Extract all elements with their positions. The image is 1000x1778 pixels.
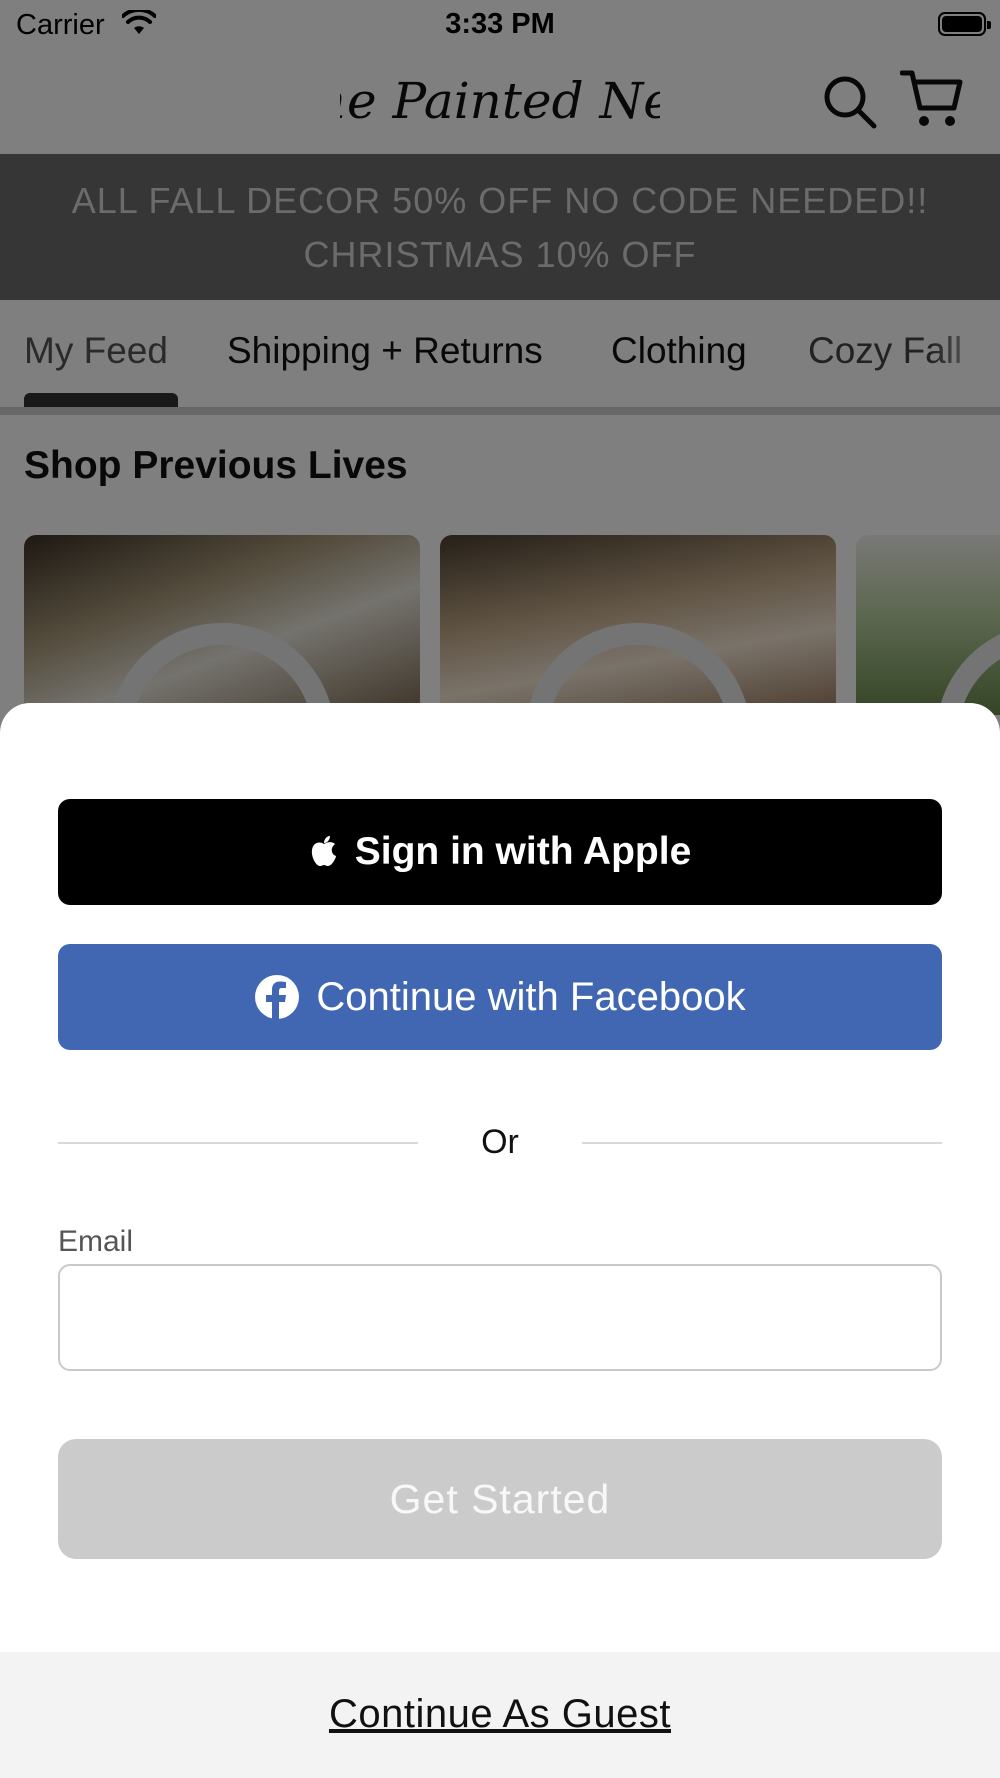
divider-line — [582, 1142, 942, 1144]
get-started-label: Get Started — [389, 1475, 611, 1522]
apple-icon — [309, 835, 339, 869]
apple-button-label: Sign in with Apple — [354, 830, 692, 873]
guest-bar: Continue As Guest — [0, 1652, 1000, 1778]
email-label: Email — [58, 1225, 134, 1258]
email-input[interactable] — [58, 1264, 942, 1371]
facebook-button-label: Continue with Facebook — [316, 974, 746, 1019]
continue-with-facebook-button[interactable]: Continue with Facebook — [58, 944, 942, 1050]
or-divider: Or — [58, 1117, 942, 1167]
app-screen: Carrier 3:33 PM The Painted Nest — [0, 0, 1000, 1778]
continue-as-guest-link[interactable]: Continue As Guest — [0, 1692, 1000, 1737]
sign-in-with-apple-button[interactable]: Sign in with Apple — [58, 799, 942, 905]
get-started-button[interactable]: Get Started — [58, 1439, 942, 1559]
sign-in-sheet: Sign in with Apple Continue with Faceboo… — [0, 703, 1000, 1778]
facebook-icon — [254, 974, 300, 1020]
